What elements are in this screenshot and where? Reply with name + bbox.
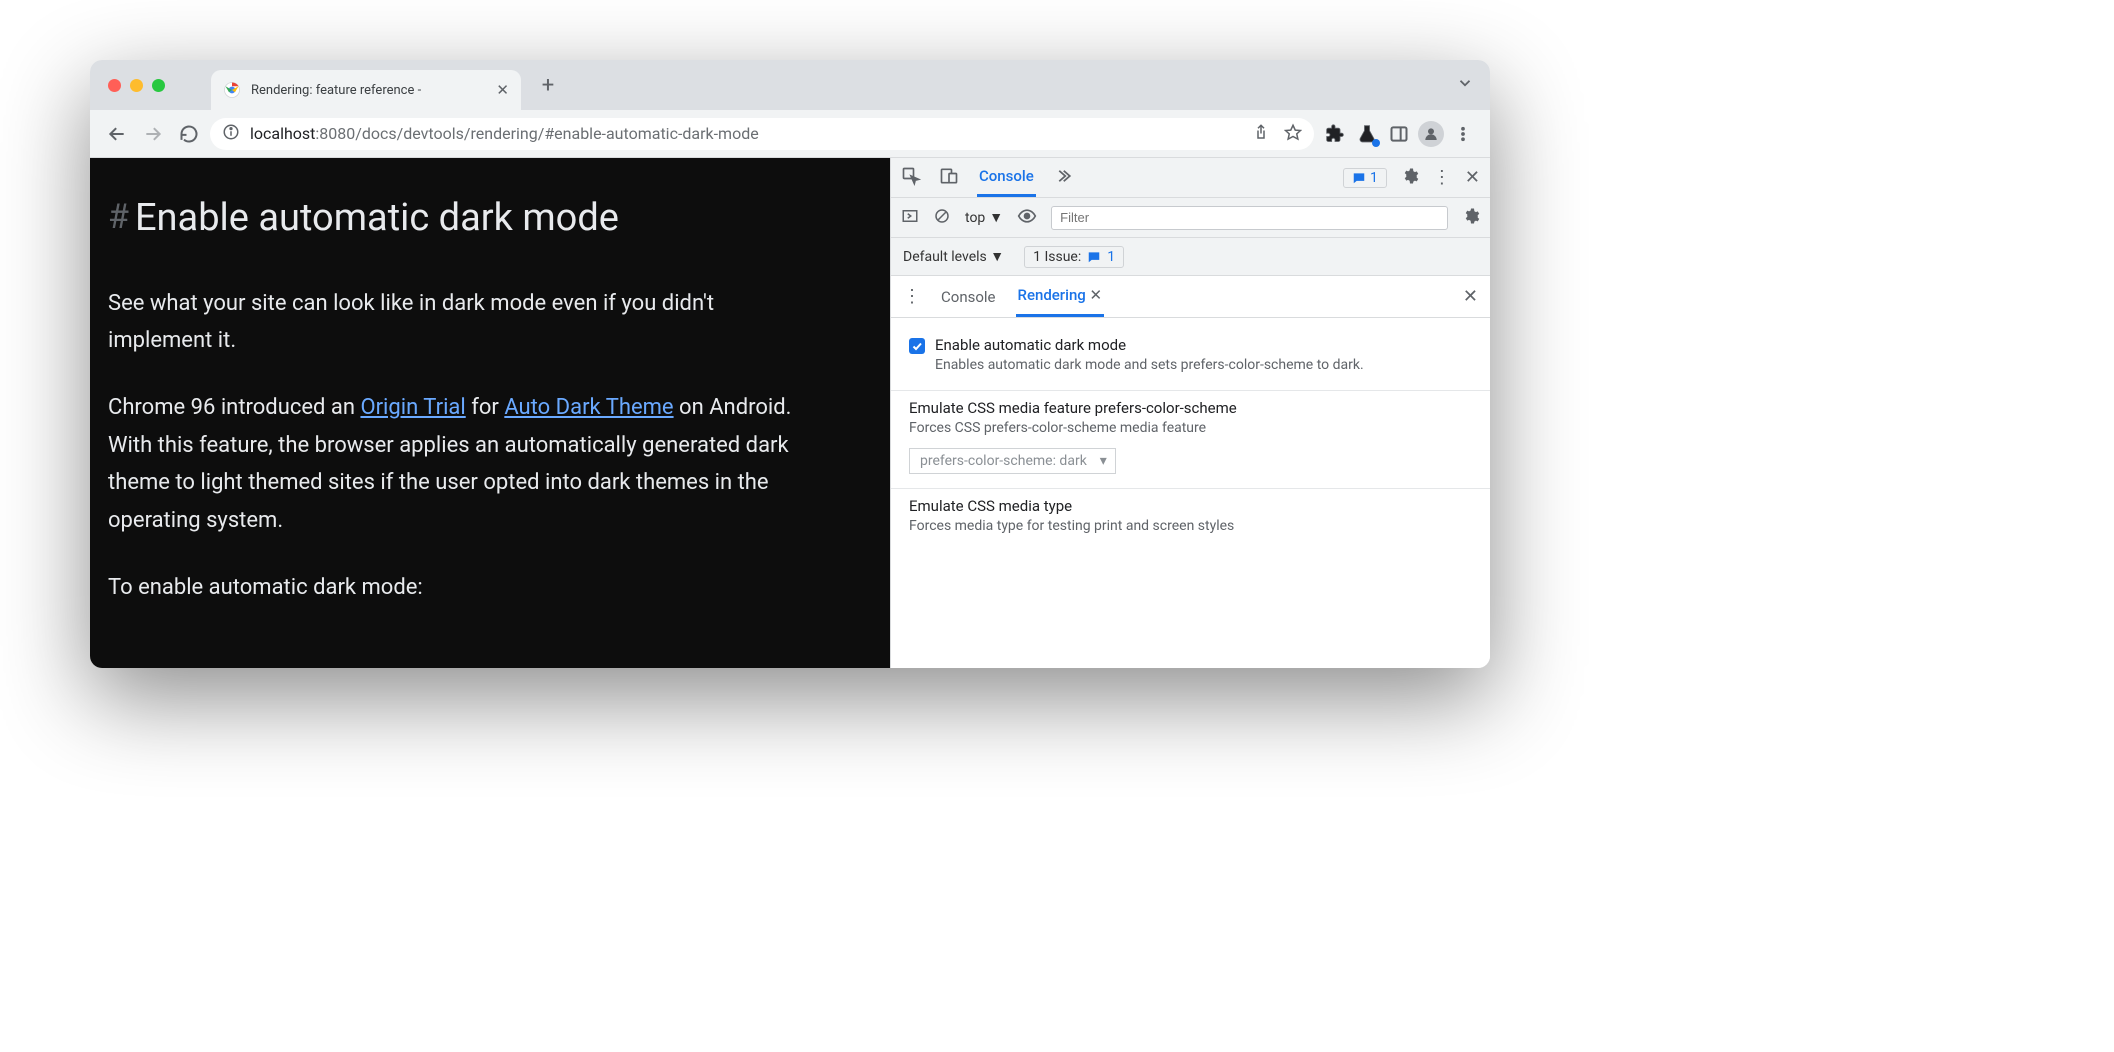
address-bar: localhost:8080/docs/devtools/rendering/#…	[90, 110, 1490, 158]
window-controls	[108, 79, 165, 92]
emulate-media-type-setting: Emulate CSS media type Forces media type…	[891, 489, 1490, 551]
labs-button[interactable]	[1352, 119, 1382, 149]
devtools-main-tabs: Console 1 ⋮ ✕	[891, 158, 1490, 198]
rendering-panel: Enable automatic dark mode Enables autom…	[891, 318, 1490, 668]
enable-dark-mode-checkbox[interactable]	[909, 338, 925, 376]
minimize-window-button[interactable]	[130, 79, 143, 92]
console-settings-gear-icon[interactable]	[1462, 207, 1480, 229]
toolbar-right	[1320, 119, 1478, 149]
anchor-hash-icon: #	[108, 189, 129, 247]
issues-pill[interactable]: 1 Issue: 1	[1024, 246, 1124, 268]
more-tabs-icon[interactable]	[1054, 167, 1072, 189]
back-button[interactable]	[102, 119, 132, 149]
setting-title: Emulate CSS media type	[909, 497, 1234, 515]
share-icon[interactable]	[1252, 123, 1270, 145]
intro-paragraph: See what your site can look like in dark…	[108, 285, 808, 360]
emulate-prefers-color-scheme-setting: Emulate CSS media feature prefers-color-…	[891, 391, 1490, 490]
clear-console-icon[interactable]	[933, 207, 951, 229]
execution-context-selector[interactable]: top ▼	[965, 209, 1003, 226]
body-paragraph: Chrome 96 introduced an Origin Trial for…	[108, 389, 808, 539]
extensions-button[interactable]	[1320, 119, 1350, 149]
chrome-favicon-icon	[223, 81, 241, 99]
close-drawer-button[interactable]: ✕	[1463, 286, 1478, 307]
console-filter-input[interactable]	[1051, 206, 1448, 230]
omnibox[interactable]: localhost:8080/docs/devtools/rendering/#…	[210, 118, 1314, 150]
chrome-menu-button[interactable]	[1448, 119, 1478, 149]
reload-button[interactable]	[174, 119, 204, 149]
settings-gear-icon[interactable]	[1401, 167, 1419, 189]
devtools-menu-button[interactable]: ⋮	[1433, 167, 1451, 188]
close-tab-button[interactable]: ✕	[496, 81, 509, 99]
heading-text: Enable automatic dark mode	[135, 186, 619, 251]
titlebar: Rendering: feature reference - ✕ +	[90, 60, 1490, 110]
devtools-panel: Console 1 ⋮ ✕ top ▼	[890, 158, 1490, 668]
browser-tab[interactable]: Rendering: feature reference - ✕	[211, 70, 521, 110]
url-text: localhost:8080/docs/devtools/rendering/#…	[250, 124, 759, 143]
tab-console[interactable]: Console	[977, 158, 1036, 197]
site-info-icon[interactable]	[222, 123, 240, 145]
drawer-tabs: ⋮ Console Rendering ✕ ✕	[891, 276, 1490, 318]
console-toolbar: top ▼	[891, 198, 1490, 238]
close-devtools-button[interactable]: ✕	[1465, 167, 1480, 188]
content-row: # Enable automatic dark mode See what yo…	[90, 158, 1490, 668]
issues-badge[interactable]: 1	[1343, 168, 1387, 188]
instruction-paragraph: To enable automatic dark mode:	[108, 569, 808, 606]
log-levels-selector[interactable]: Default levels ▼	[903, 248, 1004, 265]
tab-title: Rendering: feature reference -	[251, 83, 486, 98]
drawer-menu-button[interactable]: ⋮	[903, 286, 921, 307]
drawer-tab-rendering[interactable]: Rendering ✕	[1016, 276, 1105, 317]
forward-button[interactable]	[138, 119, 168, 149]
drawer-tab-console[interactable]: Console	[939, 276, 998, 317]
page-heading: # Enable automatic dark mode	[108, 186, 862, 251]
inspect-element-icon[interactable]	[901, 166, 921, 190]
origin-trial-link[interactable]: Origin Trial	[360, 395, 465, 420]
live-expression-icon[interactable]	[1017, 206, 1037, 230]
setting-desc: Enables automatic dark mode and sets pre…	[935, 356, 1364, 376]
console-levels-bar: Default levels ▼ 1 Issue: 1	[891, 238, 1490, 276]
show-console-sidebar-icon[interactable]	[901, 207, 919, 229]
close-tab-icon[interactable]: ✕	[1090, 286, 1103, 304]
device-toolbar-icon[interactable]	[939, 166, 959, 190]
side-panel-button[interactable]	[1384, 119, 1414, 149]
setting-title: Emulate CSS media feature prefers-color-…	[909, 399, 1472, 417]
new-tab-button[interactable]: +	[533, 73, 563, 98]
setting-title: Enable automatic dark mode	[935, 336, 1364, 354]
browser-window: Rendering: feature reference - ✕ + local…	[90, 60, 1490, 668]
setting-desc: Forces media type for testing print and …	[909, 517, 1234, 537]
bookmark-star-icon[interactable]	[1284, 123, 1302, 145]
maximize-window-button[interactable]	[152, 79, 165, 92]
tab-search-button[interactable]	[1456, 77, 1474, 96]
page-content: # Enable automatic dark mode See what yo…	[90, 158, 890, 668]
enable-auto-dark-mode-setting: Enable automatic dark mode Enables autom…	[891, 328, 1490, 391]
auto-dark-theme-link[interactable]: Auto Dark Theme	[504, 395, 673, 420]
profile-button[interactable]	[1416, 119, 1446, 149]
prefers-color-scheme-select[interactable]: prefers-color-scheme: dark	[909, 448, 1116, 474]
setting-desc: Forces CSS prefers-color-scheme media fe…	[909, 419, 1472, 439]
close-window-button[interactable]	[108, 79, 121, 92]
